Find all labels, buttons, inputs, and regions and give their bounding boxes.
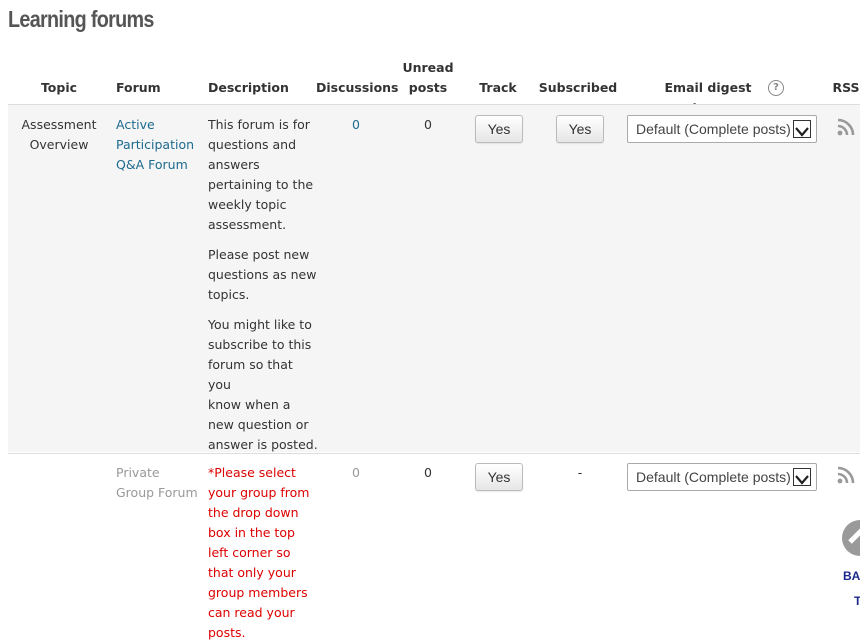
description-line: answer is posted. [208,437,318,452]
back-to-top-button[interactable] [842,520,860,556]
header-discussions: Discussions [316,80,399,95]
description-line: Please post new [208,247,310,262]
row1-track-button[interactable]: Yes [475,115,523,143]
forum-link-line[interactable]: Q&A Forum [116,155,200,175]
description-line: your group from [208,485,310,500]
rss-icon[interactable] [837,118,855,136]
description-line: weekly topic [208,197,287,212]
forum-link-line[interactable]: Group Forum [116,483,200,503]
description-line: can read your [208,605,295,620]
description-line: the drop down [208,505,299,520]
row2-subscribed-value: - [577,465,583,480]
row2-email-digest-select[interactable]: Default (Complete posts) [627,463,817,491]
row2-track-button[interactable]: Yes [475,463,523,491]
header-forum: Forum [116,80,161,95]
description-line: know when a [208,397,291,412]
select-value: Default (Complete posts) [636,121,791,137]
topic-line: Overview [29,137,89,152]
row1-description: This forum is for questions and answers … [208,115,318,465]
header-track: Track [479,80,517,95]
forum-link-line[interactable]: Participation [116,135,200,155]
chevron-down-icon[interactable] [793,120,811,138]
description-line: *Please select [208,465,296,480]
row1-discussions-count[interactable]: 0 [336,115,376,135]
header-topic: Topic [40,80,78,95]
description-paragraph: This forum is for questions and answers … [208,115,318,235]
header-rss: RSS [832,80,860,95]
description-paragraph: Please post new questions as new topics. [208,245,318,305]
rss-icon[interactable] [837,466,855,484]
row2-forum-link[interactable]: Private Group Forum [116,463,200,503]
description-line: You might like to [208,317,312,332]
description-line: topics. [208,287,250,302]
topic-line: Assessment [21,117,97,132]
chevron-up-icon [848,528,860,544]
description-paragraph: You might like to subscribe to this foru… [208,315,318,455]
description-line: answers [208,157,260,172]
back-to-top-label[interactable]: T [854,591,860,611]
description-line: This forum is for [208,117,310,132]
row1-topic: Assessment Overview [20,115,98,155]
row2-description: *Please select your group from the drop … [208,463,318,643]
row1-subscribe-button[interactable]: Yes [556,115,604,143]
help-icon[interactable]: ? [768,80,784,96]
description-line: subscribe to this [208,337,312,352]
description-line: left corner so [208,545,291,560]
description-line: group members [208,585,308,600]
description-line: pertaining to the [208,177,314,192]
description-line: posts. [208,625,246,640]
header-unread-line2: posts [408,80,448,95]
row-divider [8,453,860,454]
description-line: forum so that you [208,357,293,392]
header-unread-line1: Unread [402,60,454,75]
description-line: questions as new [208,267,317,282]
row1-unread-count: 0 [424,117,432,132]
back-to-top-label[interactable]: BAC [843,566,860,586]
row1-email-digest-select[interactable]: Default (Complete posts) [627,115,817,143]
description-line: box in the top [208,525,295,540]
description-line: new question or [208,417,309,432]
chevron-down-icon[interactable] [793,468,811,486]
description-line: assessment. [208,217,287,232]
description-line: questions and [208,137,297,152]
forum-link-line[interactable]: Private [116,463,200,483]
page-title: Learning forums [8,6,154,32]
description-line: that only your [208,565,296,580]
header-subscribed: Subscribed [538,80,618,95]
header-description: Description [208,80,289,95]
row1-forum-link[interactable]: Active Participation Q&A Forum [116,115,200,175]
row2-unread-count: 0 [424,465,432,480]
select-value: Default (Complete posts) [636,469,791,485]
row2-discussions-count[interactable]: 0 [336,463,376,483]
forum-link-line[interactable]: Active [116,115,200,135]
